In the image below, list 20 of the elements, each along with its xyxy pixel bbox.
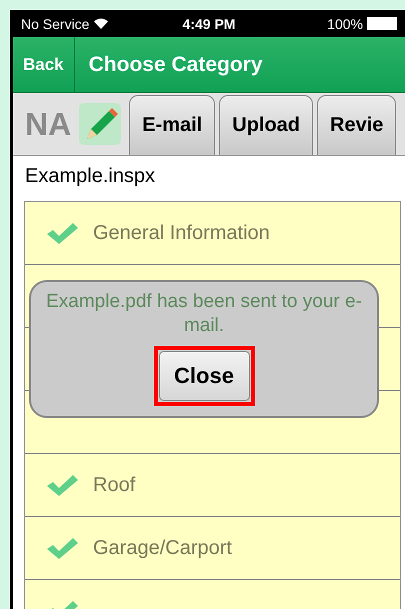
- category-row[interactable]: Garage/Carport: [25, 517, 400, 580]
- screen-title: Choose Category: [88, 52, 263, 76]
- category-row[interactable]: Roof: [25, 454, 400, 517]
- toolbar-button[interactable]: E-mail: [129, 95, 216, 155]
- battery-text: 100%: [327, 16, 363, 32]
- file-name: Example.inspx: [24, 164, 156, 189]
- toolbar-button[interactable]: Upload: [219, 95, 314, 155]
- na-label: NA: [25, 106, 72, 142]
- alert-message: Example.pdf has been sent to your e-mail.: [45, 290, 363, 338]
- toolbar-button[interactable]: Revie: [317, 95, 396, 155]
- pencil-icon[interactable]: [79, 103, 122, 145]
- battery-icon: [366, 17, 397, 30]
- close-button[interactable]: Close: [158, 351, 250, 401]
- category-row[interactable]: General Information: [25, 202, 400, 265]
- category-label: General Information: [93, 222, 270, 244]
- wifi-icon: [94, 18, 108, 29]
- category-label: Roof: [93, 474, 136, 496]
- category-label: Garage/Carport: [93, 536, 232, 560]
- clock-text: 4:49 PM: [182, 16, 236, 32]
- carrier-text: No Service: [21, 16, 90, 32]
